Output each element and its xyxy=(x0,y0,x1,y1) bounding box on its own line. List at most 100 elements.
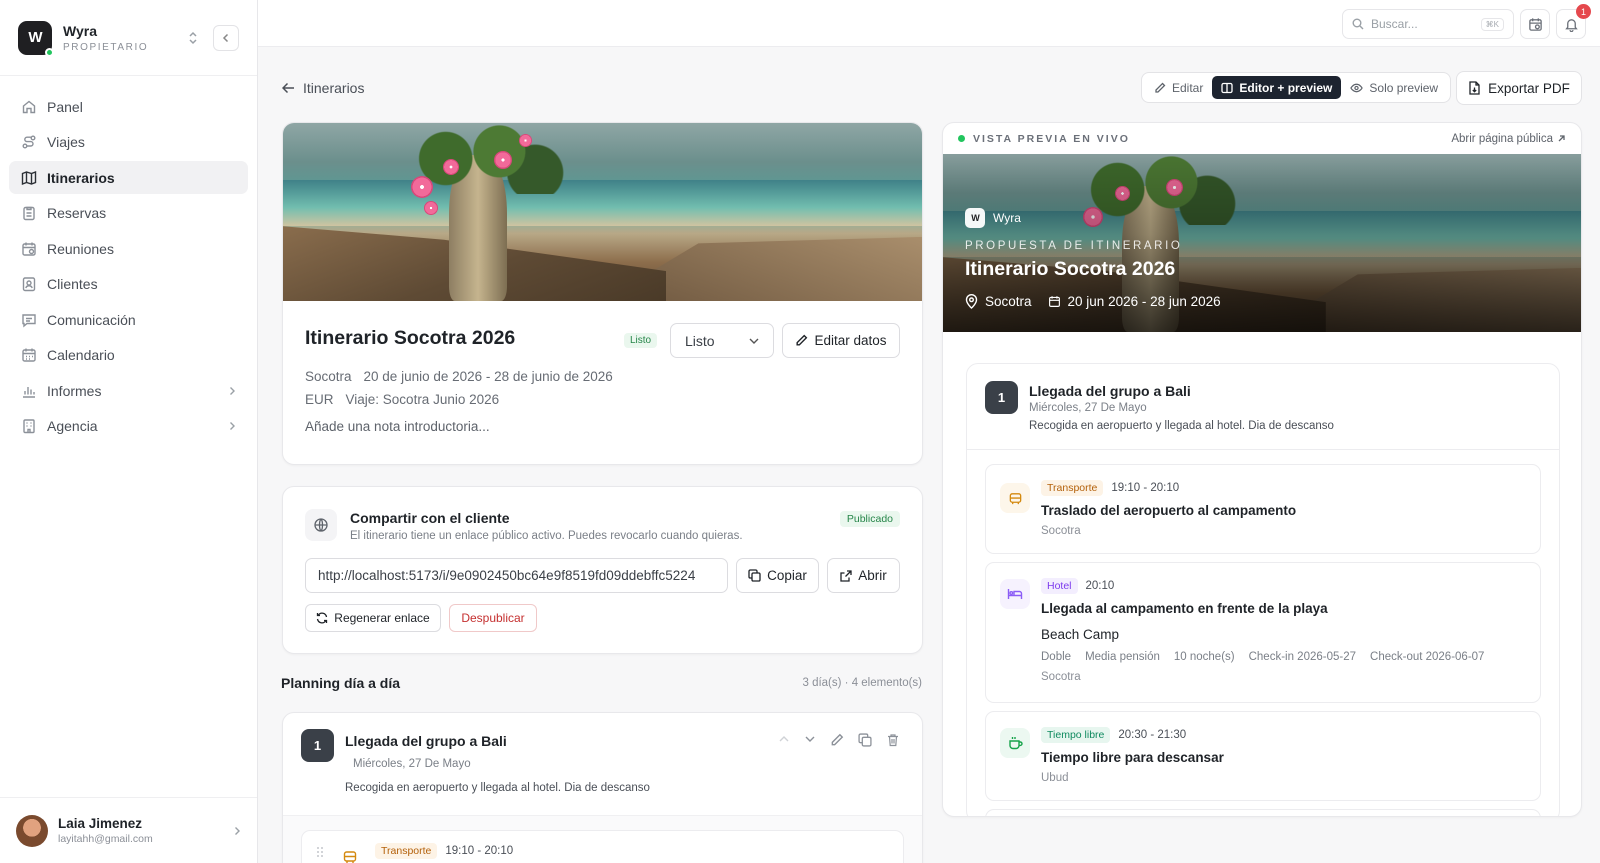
nav-item-reservas[interactable]: Reservas xyxy=(9,197,248,230)
open-public-label: Abrir página pública xyxy=(1451,132,1553,145)
copy-icon xyxy=(748,569,761,582)
arrow-left-icon xyxy=(282,82,294,94)
event-item[interactable]: Transporte 19:10 - 20:10 xyxy=(301,830,904,863)
unpublish-button[interactable]: Despublicar xyxy=(449,604,537,632)
intro-note-field[interactable]: Añade una nota introductoria... xyxy=(305,419,490,434)
chevron-right-icon xyxy=(230,422,235,430)
status-select[interactable]: Listo xyxy=(670,323,774,358)
status-badge: Listo xyxy=(624,333,658,348)
search-shortcut: ⌘K xyxy=(1480,17,1504,31)
itinerary-title: Itinerario Socotra 2026 xyxy=(305,327,516,349)
open-link-button[interactable]: Abrir xyxy=(827,558,900,593)
chevrons-up-down-icon[interactable] xyxy=(187,31,199,45)
brand-logo-text: W xyxy=(28,29,42,46)
calendar-button[interactable] xyxy=(1520,9,1550,39)
nav-item-informes[interactable]: Informes xyxy=(9,374,248,407)
event-type-tag: Hotel xyxy=(1041,578,1078,594)
search-placeholder: Buscar... xyxy=(1371,17,1418,31)
cover-image[interactable] xyxy=(283,123,922,301)
coffee-icon xyxy=(1000,728,1030,758)
collapse-sidebar-button[interactable] xyxy=(213,24,239,51)
preview-day-title: Llegada del grupo a Bali xyxy=(1029,383,1191,399)
view-split-button[interactable]: Editor + preview xyxy=(1212,76,1342,99)
linked-trip: Viaje: Socotra Junio 2026 xyxy=(345,392,500,407)
regenerate-link-button[interactable]: Regenerar enlace xyxy=(305,604,441,632)
globe-icon xyxy=(305,509,337,541)
public-link-field[interactable]: http://localhost:5173/i/9e0902450bc64e9f… xyxy=(305,558,728,593)
chevron-down-icon xyxy=(749,338,759,344)
chevron-up-icon[interactable] xyxy=(778,733,790,745)
nav-item-reuniones[interactable]: Reuniones xyxy=(9,232,248,265)
nav-label: Agencia xyxy=(47,418,98,434)
day-number: 1 xyxy=(301,729,334,762)
nav-item-calendario[interactable]: Calendario xyxy=(9,339,248,372)
user-menu[interactable]: Laia Jimenez layitahh@gmail.com xyxy=(0,797,257,863)
preview-dates: 20 jun 2026 - 28 jun 2026 xyxy=(1067,294,1221,309)
trash-icon[interactable] xyxy=(886,733,900,747)
user-email: layitahh@gmail.com xyxy=(58,833,153,845)
regenerate-label: Regenerar enlace xyxy=(334,611,430,625)
drag-handle-icon[interactable] xyxy=(316,846,324,858)
copy-link-button[interactable]: Copiar xyxy=(736,558,819,593)
nav-item-panel[interactable]: Panel xyxy=(9,90,248,123)
notifications-button[interactable]: 1 xyxy=(1556,4,1591,39)
nav-item-agencia[interactable]: Agencia xyxy=(9,410,248,443)
brand-logo: W xyxy=(965,208,985,228)
day-date: Miércoles, 27 De Mayo xyxy=(353,758,471,770)
nav-item-itinerarios[interactable]: Itinerarios xyxy=(9,161,248,194)
map-icon xyxy=(21,170,37,185)
main-nav: Panel Viajes Itinerarios Reservas Reunio… xyxy=(0,76,257,459)
chevron-right-icon xyxy=(235,826,240,835)
map-pin-icon xyxy=(965,294,978,309)
search-icon xyxy=(1352,18,1364,30)
calendar-clock-icon xyxy=(22,242,36,256)
event-title: Tiempo libre para descansar xyxy=(1041,750,1224,765)
calendar-icon xyxy=(1048,296,1060,307)
event-time: 20:30 - 21:30 xyxy=(1118,729,1187,741)
building-icon xyxy=(23,419,35,434)
pencil-icon xyxy=(796,334,808,346)
pencil-icon[interactable] xyxy=(830,733,844,747)
event-time: 19:10 - 20:10 xyxy=(445,845,514,857)
event-location: Ubud xyxy=(1041,772,1069,784)
external-link-icon xyxy=(840,569,852,582)
online-indicator xyxy=(45,47,54,57)
columns-icon xyxy=(1221,82,1234,93)
file-download-icon xyxy=(1469,81,1480,95)
planning-title: Planning día a día xyxy=(281,675,401,691)
day-title[interactable]: Llegada del grupo a Bali xyxy=(345,733,507,749)
view-preview-button[interactable]: Solo preview xyxy=(1341,76,1447,99)
nav-item-clientes[interactable]: Clientes xyxy=(9,268,248,301)
nav-label: Panel xyxy=(47,98,83,115)
edit-data-button[interactable]: Editar datos xyxy=(782,323,900,358)
view-edit-label: Editar xyxy=(1172,80,1204,95)
duplicate-icon[interactable] xyxy=(858,733,872,747)
notification-badge: 1 xyxy=(1576,4,1591,19)
check-in: Check-in 2026-05-27 xyxy=(1248,651,1357,663)
nav-item-viajes[interactable]: Viajes xyxy=(9,126,248,159)
open-public-page-link[interactable]: Abrir página pública xyxy=(1451,133,1566,145)
currency: EUR xyxy=(305,392,334,407)
export-pdf-button[interactable]: Exportar PDF xyxy=(1456,71,1582,105)
board-type: Media pensión xyxy=(1085,651,1160,663)
open-label: Abrir xyxy=(858,568,887,583)
message-icon xyxy=(22,313,36,327)
view-edit-button[interactable]: Editar xyxy=(1145,76,1212,99)
itinerary-card: Itinerario Socotra 2026 Listo Listo Edit… xyxy=(282,122,923,465)
clipboard-icon xyxy=(23,206,35,221)
event-time: 20:10 xyxy=(1085,580,1115,592)
nights: 10 noche(s) xyxy=(1173,651,1235,663)
arrow-up-right-icon xyxy=(1558,135,1565,142)
chevron-left-icon xyxy=(222,33,229,42)
preview-day-description: Recogida en aeropuerto y llegada al hote… xyxy=(1029,420,1334,432)
share-description: El itinerario tiene un enlace público ac… xyxy=(350,530,743,542)
workspace-switcher[interactable]: W Wyra PROPIETARIO xyxy=(0,0,257,76)
cover-photo xyxy=(283,123,922,301)
nav-label: Calendario xyxy=(47,347,115,363)
nav-item-comunicacion[interactable]: Comunicación xyxy=(9,303,248,336)
preview-day-number: 1 xyxy=(985,381,1018,414)
chevron-down-icon[interactable] xyxy=(804,733,816,745)
back-link[interactable]: Itinerarios xyxy=(282,80,364,96)
search-input[interactable]: Buscar... ⌘K xyxy=(1342,9,1514,39)
chart-icon xyxy=(23,386,35,398)
